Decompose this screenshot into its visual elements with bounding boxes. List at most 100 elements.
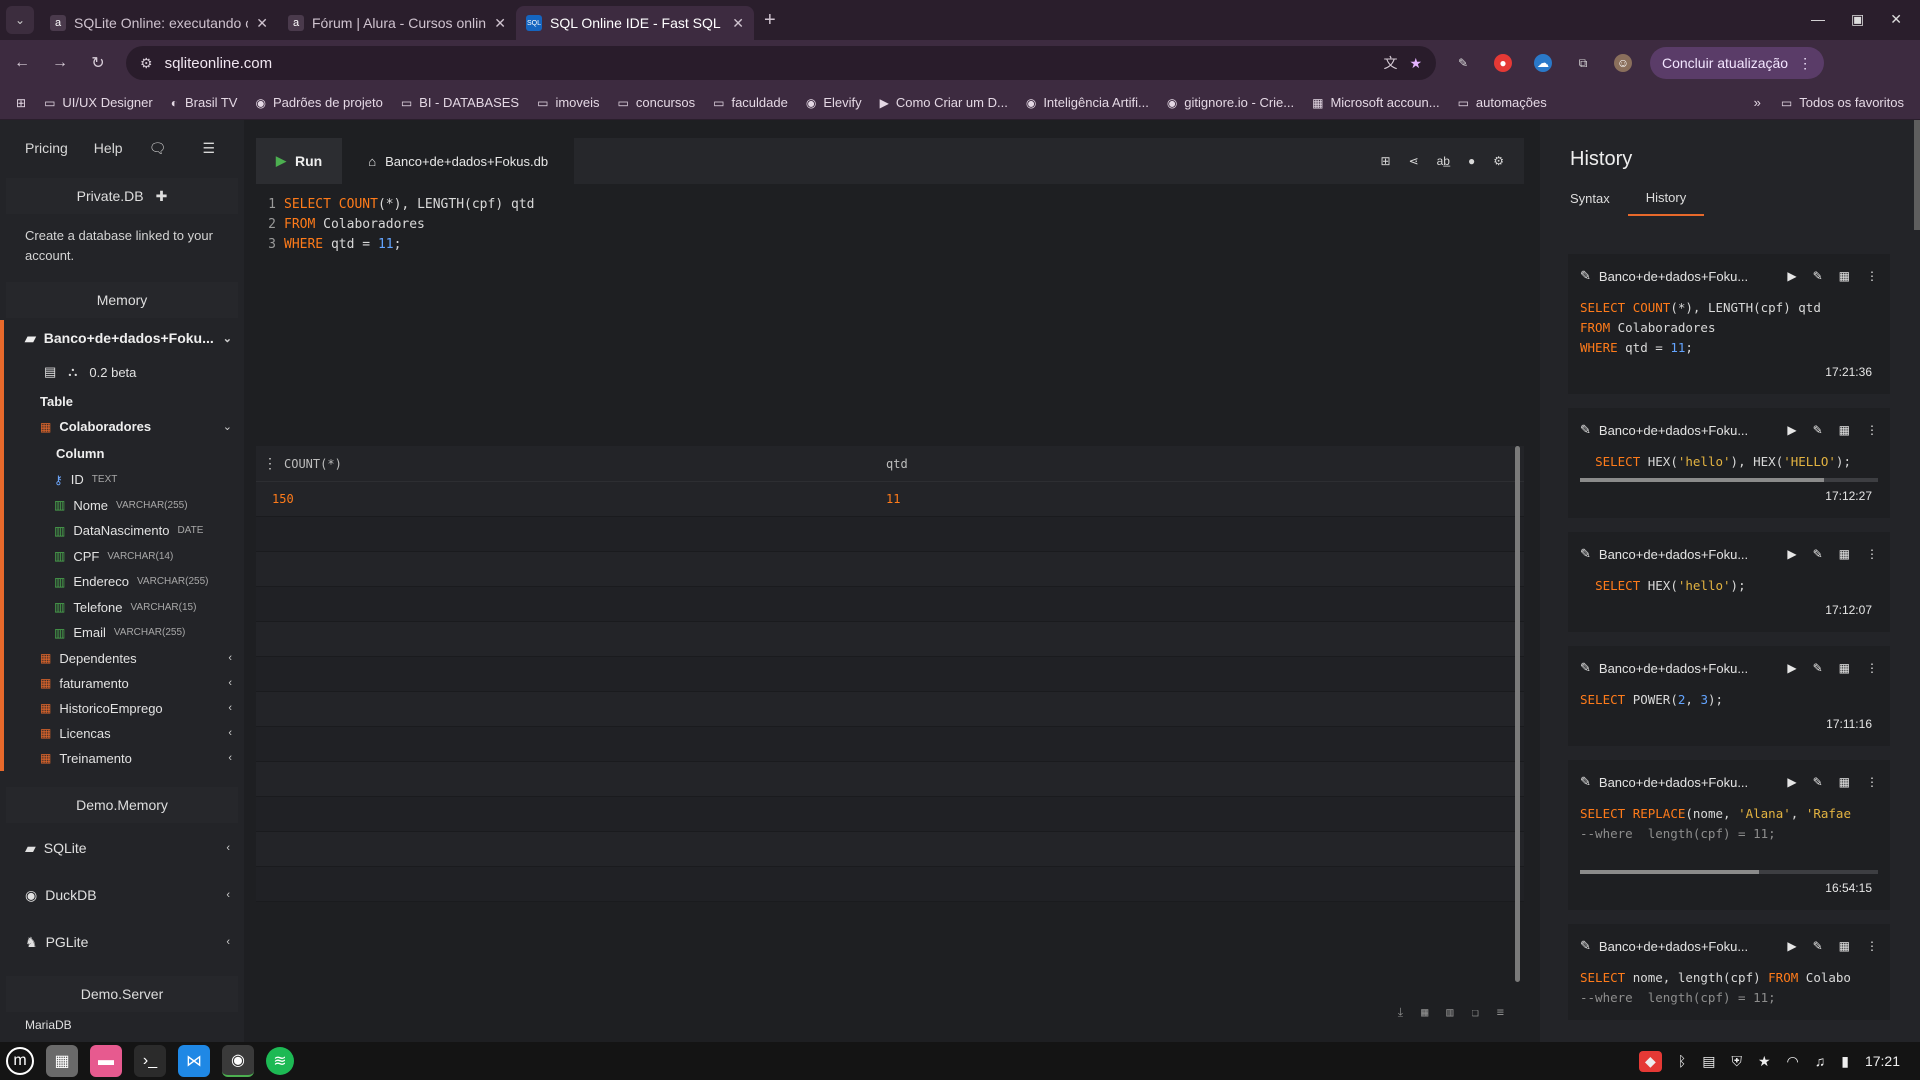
bookmark-item[interactable]: ▦ Microsoft accoun... bbox=[1312, 95, 1439, 110]
cloud-extension-icon[interactable]: ☁ bbox=[1534, 54, 1552, 72]
demo-engine-item[interactable]: ♞ PGLite ‹ bbox=[0, 919, 244, 966]
play-icon[interactable]: ▶ bbox=[1787, 775, 1796, 789]
bookmark-item[interactable]: ▭ automações bbox=[1458, 95, 1547, 110]
history-sql[interactable]: SELECT REPLACE(nome, 'Alana', 'Rafae --wh… bbox=[1580, 804, 1878, 864]
star-icon[interactable]: ★ bbox=[1758, 1053, 1771, 1070]
copy-icon[interactable]: ❏ bbox=[1472, 1005, 1479, 1020]
grid-icon[interactable]: ▦ bbox=[1839, 661, 1850, 675]
pencil-icon[interactable]: ✎ bbox=[1580, 422, 1591, 438]
chat-icon[interactable]: 🗨 bbox=[149, 140, 167, 157]
bluetooth-icon[interactable]: ᛒ bbox=[1678, 1053, 1686, 1069]
back-icon[interactable]: ← bbox=[12, 54, 32, 72]
bookmark-item[interactable]: ▭ faculdade bbox=[713, 95, 788, 110]
shield-icon[interactable]: ⛨ bbox=[1731, 1053, 1742, 1070]
forward-icon[interactable]: → bbox=[50, 54, 70, 72]
chevron-left-icon[interactable]: ‹ bbox=[226, 936, 230, 948]
grid-icon[interactable]: ▦ bbox=[1839, 547, 1850, 561]
edit-icon[interactable]: ✎ bbox=[1813, 939, 1823, 953]
table-item-expanded[interactable]: ▦ Colaboradores ⌄ bbox=[4, 414, 244, 439]
pencil-icon[interactable]: ✎ bbox=[1580, 546, 1591, 562]
bookmark-star-icon[interactable]: ★ bbox=[1409, 55, 1422, 72]
history-horizontal-scrollbar[interactable] bbox=[1580, 870, 1878, 874]
column-menu-icon[interactable]: ⋮ bbox=[256, 456, 284, 472]
result-row[interactable]: 150 11 bbox=[256, 482, 1524, 517]
chrome-icon[interactable]: ◉ bbox=[222, 1045, 254, 1077]
close-tab-icon[interactable]: ✕ bbox=[494, 15, 506, 32]
bookmark-item[interactable]: ▭ concursos bbox=[618, 95, 696, 110]
column-item[interactable]: ▥ Email VARCHAR(255) bbox=[4, 620, 244, 646]
browser-tab[interactable]: a Fórum | Alura - Cursos online ✕ bbox=[278, 6, 516, 40]
chevron-left-icon[interactable]: ‹ bbox=[228, 727, 232, 739]
new-tab-button[interactable]: + bbox=[764, 9, 776, 32]
history-sql[interactable]: SELECT HEX('hello'); bbox=[1580, 576, 1878, 596]
battery-icon[interactable]: ▮ bbox=[1841, 1053, 1849, 1070]
edit-icon[interactable]: ✎ bbox=[1813, 269, 1823, 283]
chevron-left-icon[interactable]: ‹ bbox=[226, 889, 230, 901]
more-icon[interactable]: ⋮ bbox=[1866, 423, 1878, 437]
table-item[interactable]: ▦ faturamento ‹ bbox=[4, 671, 244, 696]
pencil-icon[interactable]: ✎ bbox=[1580, 938, 1591, 954]
all-bookmarks-link[interactable]: ▭ Todos os favoritos bbox=[1781, 95, 1904, 110]
chart-view-icon[interactable]: ▥ bbox=[1446, 1005, 1453, 1020]
bookmark-item[interactable]: ▭ imoveis bbox=[537, 95, 599, 110]
save-icon[interactable]: ▤ bbox=[44, 364, 56, 380]
bookmark-item[interactable]: ◐ Brasil TV bbox=[171, 95, 238, 110]
chevron-left-icon[interactable]: ‹ bbox=[228, 652, 232, 664]
download-icon[interactable]: ⤓ bbox=[1398, 1005, 1403, 1020]
settings-gear-icon[interactable]: ⚙ bbox=[1493, 154, 1504, 168]
close-tab-icon[interactable]: ✕ bbox=[732, 15, 744, 32]
database-item[interactable]: ▰ Banco+de+dados+Foku... ⌄ bbox=[4, 320, 244, 356]
more-bookmarks-icon[interactable]: » bbox=[1754, 95, 1761, 110]
pricing-link[interactable]: Pricing bbox=[25, 140, 68, 156]
grid-icon[interactable]: ▦ bbox=[1839, 775, 1850, 789]
history-sql[interactable]: SELECT POWER(2, 3); bbox=[1580, 690, 1878, 710]
pencil-icon[interactable]: ✎ bbox=[1580, 660, 1591, 676]
history-scrollbar[interactable] bbox=[1914, 120, 1920, 230]
chevron-down-icon[interactable]: ⌄ bbox=[223, 420, 232, 433]
pencil-icon[interactable]: ✎ bbox=[1580, 774, 1591, 790]
more-icon[interactable]: ⋮ bbox=[1866, 775, 1878, 789]
column-item[interactable]: ▥ CPF VARCHAR(14) bbox=[4, 544, 244, 570]
more-icon[interactable]: ⋮ bbox=[1866, 269, 1878, 283]
maximize-icon[interactable]: ▣ bbox=[1851, 11, 1864, 28]
demo-engine-item[interactable]: ▰ SQLite ‹ bbox=[0, 825, 244, 872]
chevron-left-icon[interactable]: ‹ bbox=[228, 702, 232, 714]
column-item[interactable]: ▥ Endereco VARCHAR(255) bbox=[4, 569, 244, 595]
bookmark-item[interactable]: ▭ BI - DATABASES bbox=[401, 95, 519, 110]
scrollbar-thumb[interactable] bbox=[1580, 870, 1759, 874]
puzzle-extensions-icon[interactable]: ⧉ bbox=[1574, 54, 1592, 72]
run-button[interactable]: ▶ Run bbox=[256, 138, 343, 184]
history-tab[interactable]: History bbox=[1627, 180, 1705, 216]
browser-tab[interactable]: a SQLite Online: executando c ✕ bbox=[40, 6, 278, 40]
scrollbar-thumb[interactable] bbox=[1580, 478, 1825, 482]
more-icon[interactable]: ⋮ bbox=[1866, 547, 1878, 561]
column-item[interactable]: ▥ Telefone VARCHAR(15) bbox=[4, 595, 244, 621]
edit-icon[interactable]: ✎ bbox=[1813, 547, 1823, 561]
record-extension-icon[interactable]: ● bbox=[1494, 54, 1512, 72]
column-item[interactable]: ▥ DataNascimento DATE bbox=[4, 518, 244, 544]
edit-icon[interactable]: ✎ bbox=[1813, 661, 1823, 675]
demo-engine-item[interactable]: ◉ DuckDB ‹ bbox=[0, 872, 244, 919]
files-icon[interactable]: ▬ bbox=[90, 1045, 122, 1077]
reload-icon[interactable]: ↻ bbox=[88, 53, 108, 73]
more-icon[interactable]: ⋮ bbox=[1866, 661, 1878, 675]
spellcheck-icon[interactable]: ab̲ bbox=[1437, 154, 1450, 168]
table-item[interactable]: ▦ Dependentes ‹ bbox=[4, 646, 244, 671]
history-sql[interactable]: SELECT nome, length(cpf) FROM Colabo --wh… bbox=[1580, 968, 1878, 1008]
play-icon[interactable]: ▶ bbox=[1787, 547, 1796, 561]
table-item[interactable]: ▦ HistoricoEmprego ‹ bbox=[4, 696, 244, 721]
play-icon[interactable]: ▶ bbox=[1787, 269, 1796, 283]
grid-icon[interactable]: ▦ bbox=[1839, 269, 1850, 283]
new-query-icon[interactable]: ⊞ bbox=[1381, 154, 1391, 168]
result-cell[interactable]: 11 bbox=[886, 492, 1524, 506]
bookmark-item[interactable]: ◉ gitignore.io - Crie... bbox=[1167, 95, 1294, 110]
anydesk-icon[interactable]: ◆ bbox=[1639, 1050, 1662, 1072]
minimize-icon[interactable]: — bbox=[1811, 11, 1825, 28]
result-column-header[interactable]: qtd bbox=[886, 457, 1524, 471]
profile-avatar[interactable]: ☺ bbox=[1614, 54, 1632, 72]
calculator-icon[interactable]: ▦ bbox=[46, 1045, 78, 1077]
history-sql[interactable]: SELECT HEX('hello'), HEX('HELLO'); bbox=[1580, 452, 1878, 472]
history-tab[interactable]: Syntax bbox=[1552, 180, 1628, 216]
bookmark-item[interactable]: ◉ Padrões de projeto bbox=[255, 95, 382, 110]
bookmark-item[interactable]: ◉ Inteligência Artifi... bbox=[1026, 95, 1149, 110]
